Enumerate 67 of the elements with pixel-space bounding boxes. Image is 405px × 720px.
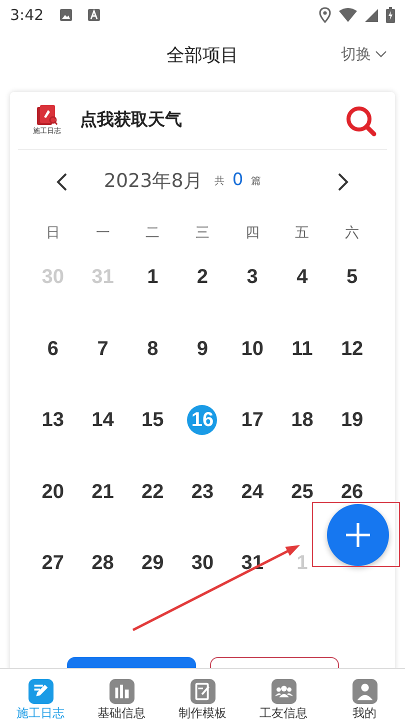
search-icon <box>345 104 377 136</box>
calendar-day[interactable]: 30 <box>191 552 214 574</box>
calendar-day[interactable]: 5 <box>346 266 358 288</box>
weekday-label: 五 <box>295 225 310 241</box>
calendar-day[interactable]: 1 <box>147 266 158 288</box>
calendar-day[interactable]: 20 <box>42 480 64 502</box>
calendar-day[interactable]: 8 <box>147 338 158 360</box>
tab-icon <box>108 679 134 704</box>
calendar-day[interactable]: 18 <box>291 409 314 431</box>
image-icon <box>60 9 72 21</box>
calendar-day[interactable]: 11 <box>292 338 313 360</box>
calendar-day[interactable]: 4 <box>296 266 308 288</box>
calendar-day[interactable]: 23 <box>191 480 214 502</box>
switch-dropdown[interactable]: 切换 <box>341 43 387 66</box>
tab[interactable]: 工友信息 <box>243 669 324 720</box>
calendar-day[interactable]: 12 <box>340 338 364 360</box>
weekday-label: 六 <box>345 225 360 241</box>
logo-icon <box>36 104 58 126</box>
clock: 3:42 <box>10 4 44 26</box>
weekday-label: 二 <box>146 225 160 241</box>
calendar-day[interactable]: 19 <box>340 409 364 431</box>
month-label: 2023年8月 <box>104 168 202 194</box>
calendar-day[interactable]: 26 <box>340 480 364 502</box>
add-button[interactable] <box>327 504 389 566</box>
weekday-label: 日 <box>46 225 60 241</box>
calendar-day[interactable]: 14 <box>92 409 114 431</box>
calendar-day[interactable]: 3 <box>246 266 258 288</box>
calendar-day[interactable]: 17 <box>241 409 264 431</box>
calendar-day[interactable]: 27 <box>42 552 64 574</box>
tab-icon <box>352 679 378 704</box>
calendar-day[interactable]: 28 <box>92 552 114 574</box>
total-prefix: 共 <box>214 174 224 188</box>
tab[interactable]: 制作模板 <box>162 669 243 720</box>
calendar-day[interactable]: 2 <box>196 266 208 288</box>
entry-count: 0 <box>232 169 244 192</box>
chevron-down-icon <box>375 50 387 58</box>
calendar-day[interactable]: 22 <box>142 480 164 502</box>
location-icon <box>319 7 331 23</box>
page-title: 全部项目 <box>166 44 238 68</box>
outline-button[interactable] <box>210 657 339 668</box>
tab[interactable]: 基础信息 <box>81 669 162 720</box>
plus-icon <box>344 521 372 549</box>
keyboard-icon <box>88 9 100 21</box>
battery-icon <box>386 7 395 23</box>
total-suffix: 篇 <box>251 174 262 188</box>
calendar-day[interactable]: 13 <box>42 409 64 431</box>
weekday-label: 四 <box>245 225 260 241</box>
chevron-right-icon <box>337 172 350 192</box>
calendar-day[interactable]: 25 <box>291 480 314 502</box>
wifi-icon <box>339 8 357 22</box>
calendar-day[interactable]: 6 <box>47 338 58 360</box>
weekday-label: 一 <box>96 225 110 241</box>
tab-icon <box>28 679 54 704</box>
calendar-day[interactable]: 10 <box>241 338 264 360</box>
weather-link[interactable]: 点我获取天气 <box>80 108 341 134</box>
weekday-label: 三 <box>195 225 210 241</box>
calendar-day[interactable]: 29 <box>142 552 164 574</box>
tab-icon <box>190 679 216 704</box>
chevron-left-icon <box>56 172 68 192</box>
calendar-day[interactable]: 7 <box>97 338 108 360</box>
calendar-day[interactable]: 9 <box>196 338 208 360</box>
tab-icon <box>270 679 296 704</box>
calendar-day[interactable]: 24 <box>241 480 264 502</box>
signal-icon <box>365 8 378 22</box>
tab[interactable]: 我的 <box>324 669 405 720</box>
calendar-day[interactable]: 21 <box>92 480 114 502</box>
calendar-day[interactable]: 15 <box>142 409 164 431</box>
